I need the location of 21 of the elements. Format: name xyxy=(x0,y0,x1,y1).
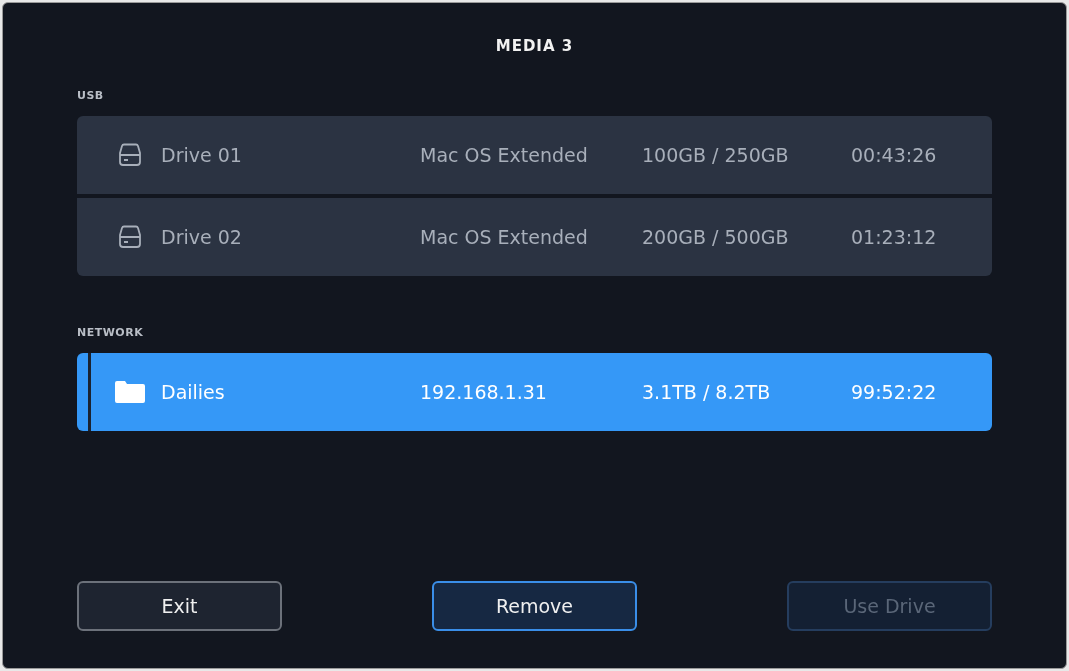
drive-capacity: 200GB / 500GB xyxy=(642,226,790,248)
drive-format: Mac OS Extended xyxy=(420,226,589,248)
section-heading: NETWORK xyxy=(77,326,145,339)
drive-format: 192.168.1.31 xyxy=(420,381,548,403)
window-title: MEDIA 3 xyxy=(494,37,575,55)
dialog-button[interactable]: Exit xyxy=(77,581,282,631)
media-row[interactable]: Drive 02 Mac OS Extended 200GB / 500GB 01:23:12 xyxy=(77,198,992,276)
drive-name: Dailies xyxy=(161,381,226,403)
recording-time: 00:43:26 xyxy=(851,144,938,166)
recording-time: 99:52:22 xyxy=(851,381,938,403)
drive-name: Drive 02 xyxy=(161,226,243,248)
drive-capacity: 3.1TB / 8.2TB xyxy=(642,381,772,403)
drive-capacity: 100GB / 250GB xyxy=(642,144,790,166)
media-row[interactable]: Drive 01 Mac OS Extended 100GB / 250GB 00:43:26 xyxy=(77,116,992,194)
drive-format: Mac OS Extended xyxy=(420,144,589,166)
drive-name: Drive 01 xyxy=(161,144,243,166)
folder-icon xyxy=(115,381,145,403)
dialog-button[interactable]: Remove xyxy=(432,581,637,631)
recording-time: 01:23:12 xyxy=(851,226,938,248)
section-heading: USB xyxy=(77,89,105,102)
media-row[interactable]: Dailies 192.168.1.31 3.1TB / 8.2TB 99:52:22 xyxy=(77,353,992,431)
